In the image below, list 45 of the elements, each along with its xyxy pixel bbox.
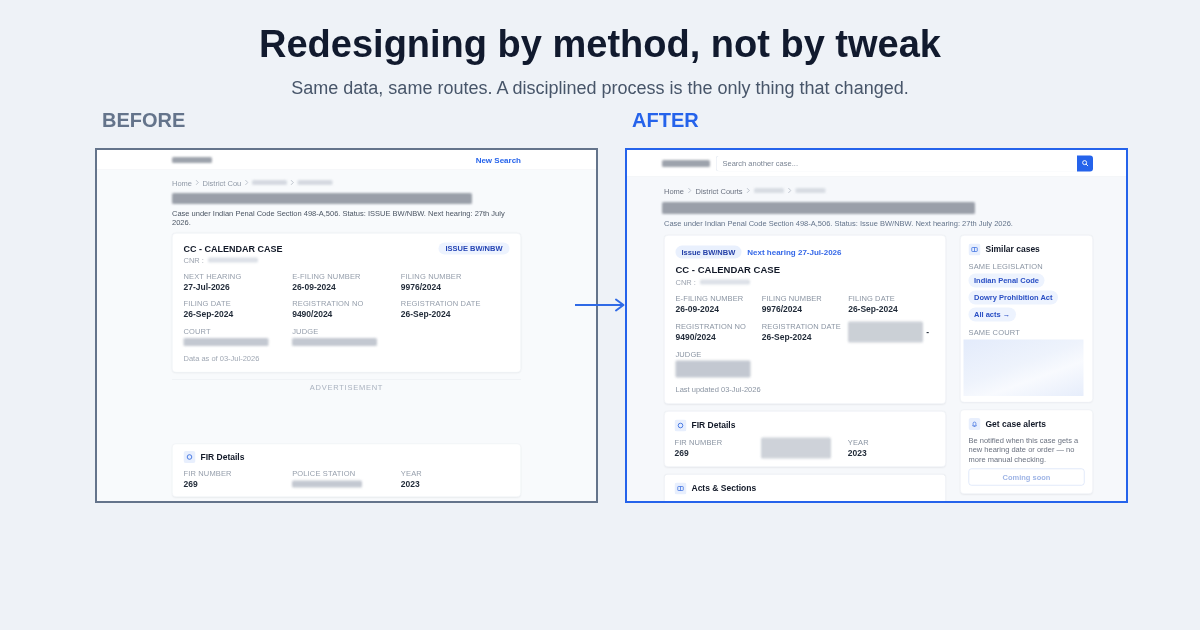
search-button[interactable] <box>1077 155 1093 172</box>
new-search-link[interactable]: New Search <box>475 155 521 165</box>
case-title: CC - CALENDAR CASE <box>675 264 781 276</box>
field-value: 269 <box>674 448 689 459</box>
circle-icon <box>183 451 196 463</box>
subheadline: Same data, same routes. A disciplined process is the only thing that changed. <box>290 77 910 99</box>
redacted-text <box>761 437 832 459</box>
card-title: Similar cases <box>985 244 1040 255</box>
redacted-text <box>297 180 333 185</box>
field-value: 2023 <box>847 448 867 459</box>
bell-icon <box>968 418 981 430</box>
field-value: 27-Jul-2026 <box>183 282 230 292</box>
redacted-text <box>754 188 785 193</box>
redacted-text <box>172 156 212 163</box>
card-title: Get case alerts <box>985 419 1046 429</box>
field-value: 269 <box>183 479 198 490</box>
card-title: FIR Details <box>200 452 245 462</box>
book-icon <box>968 243 981 256</box>
field-value: 26-09-2024 <box>292 282 336 292</box>
field-value: 26-Sep-2024 <box>761 332 812 343</box>
next-hearing-text: Next hearing 27-Jul-2026 <box>747 247 842 257</box>
redacted-text <box>207 257 258 263</box>
redacted-text <box>699 279 750 285</box>
case-title: CC - CALENDAR CASE <box>183 243 283 254</box>
circle-icon <box>674 419 687 432</box>
field-value: 9490/2024 <box>292 309 333 320</box>
panel-label: AFTER <box>631 108 700 132</box>
redacted-text <box>662 159 710 167</box>
field-value: 9976/2024 <box>761 304 802 315</box>
field-value: 2023 <box>400 479 420 490</box>
field-value: 26-Sep-2024 <box>183 309 234 320</box>
field-value: 26-Sep-2024 <box>848 304 898 315</box>
card-title: FIR Details <box>691 420 736 431</box>
field-value: 9490/2024 <box>675 332 716 343</box>
panel-label: BEFORE <box>101 108 187 132</box>
card-title: Acts & Sections <box>691 483 757 494</box>
field-value: 9976/2024 <box>400 282 441 292</box>
field-value: 26-09-2024 <box>675 304 719 315</box>
redacted-text <box>795 188 826 193</box>
redacted-text <box>292 480 363 488</box>
field-value: - <box>926 327 929 337</box>
headline: Redesigning by method, not by tweak <box>258 22 942 66</box>
redacted-text <box>251 180 287 185</box>
field-value: 26-Sep-2024 <box>400 309 451 320</box>
book-icon <box>674 482 687 495</box>
